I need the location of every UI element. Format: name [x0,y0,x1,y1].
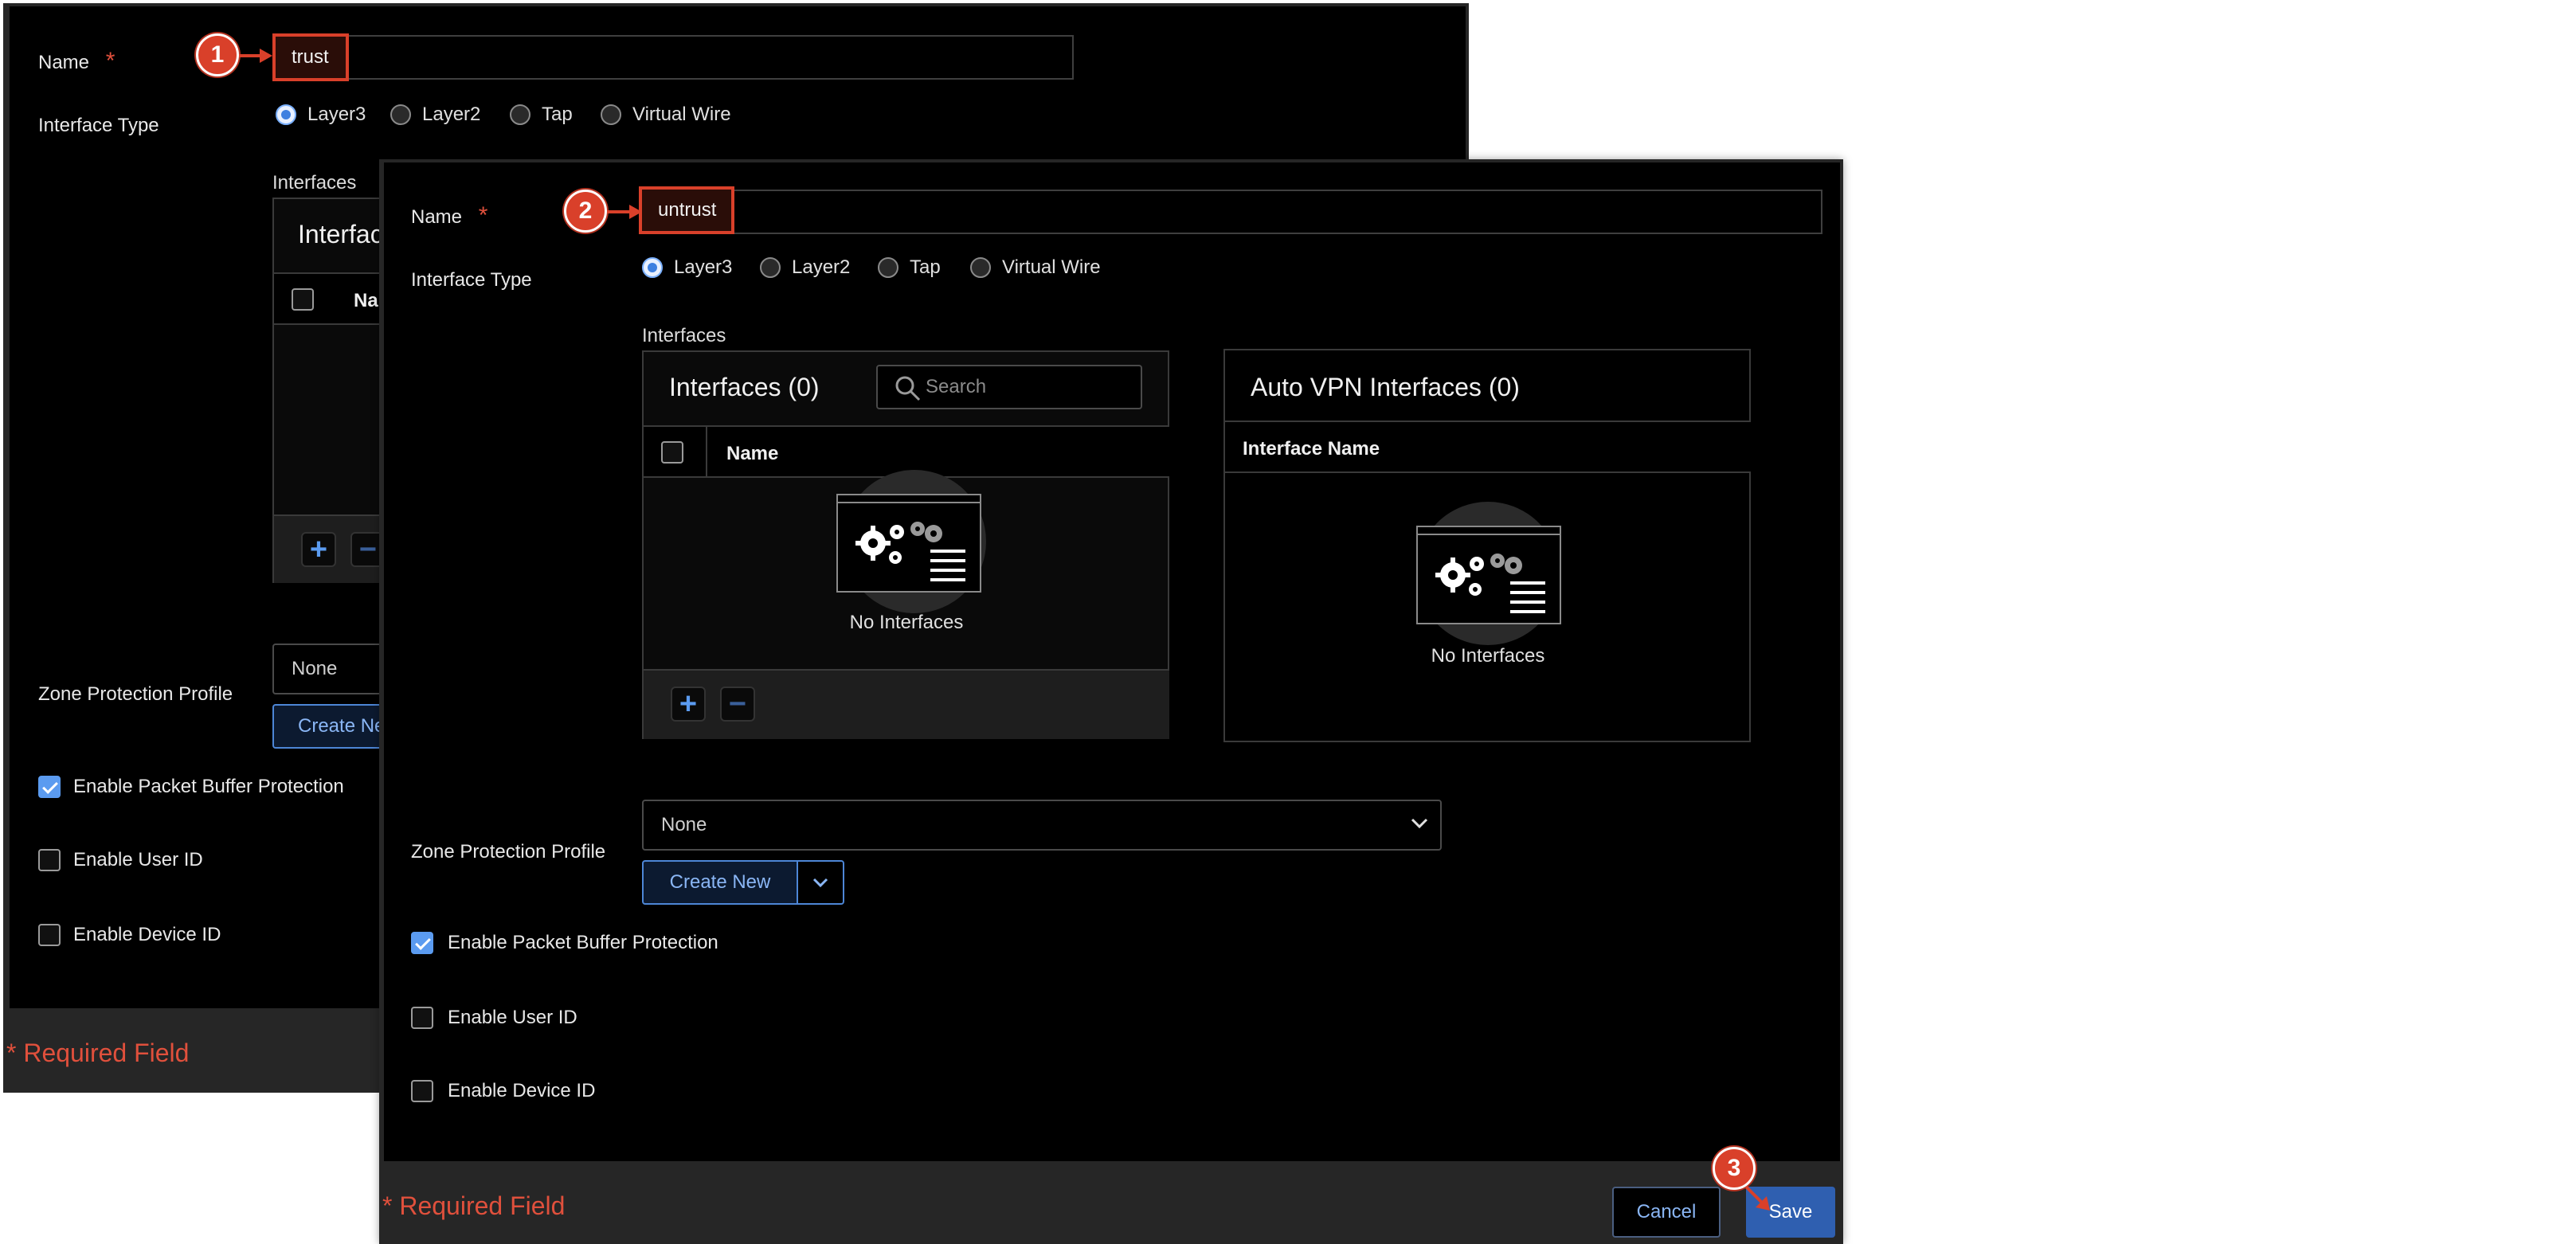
add-icon[interactable]: + [301,532,336,567]
radio-layer2[interactable]: Layer2 [760,256,850,279]
name-label: Name * [411,202,488,229]
radio-tap[interactable]: Tap [510,104,573,126]
chevron-down-icon[interactable] [1410,816,1429,831]
empty-state-illustration [836,494,981,593]
empty-state-text: No Interfaces [849,612,964,633]
select-all-checkbox[interactable] [292,288,314,311]
col-name: Name [726,443,779,464]
add-icon[interactable]: + [671,687,706,722]
interface-type-label: Interface Type [38,115,159,136]
packet-buffer-label: Enable Packet Buffer Protection [448,932,718,953]
device-id-label: Enable Device ID [448,1080,596,1101]
name-input-track[interactable] [639,190,1822,234]
radio-dot [390,104,411,125]
device-id-checkbox[interactable] [411,1080,433,1102]
front-dialog: Name * untrust Interface Type Layer3 Lay… [379,159,1843,1244]
interfaces-label: Interfaces [642,325,726,346]
user-id-checkbox[interactable] [411,1007,433,1029]
chevron-down-icon [812,878,828,888]
required-field-note: * Required Field [382,1191,566,1220]
remove-icon[interactable]: − [720,687,755,722]
required-field-note: * Required Field [6,1039,190,1067]
gears-icon [855,522,965,581]
device-id-label: Enable Device ID [73,924,221,945]
interface-type-label: Interface Type [411,269,532,291]
auto-vpn-interfaces-box: Auto VPN Interfaces (0) Interface Name N… [1223,349,1751,742]
radio-dot [510,104,530,125]
radio-dot [601,104,621,125]
name-input[interactable]: untrust [639,186,734,234]
arrow-icon [607,205,642,219]
radio-layer2[interactable]: Layer2 [390,104,480,126]
packet-buffer-checkbox[interactable] [411,932,433,954]
empty-state-illustration [1416,526,1561,624]
front-dialog-body: Name * untrust Interface Type Layer3 Lay… [384,162,1840,1161]
user-id-label: Enable User ID [448,1007,577,1028]
interfaces-title: Interfac [298,220,383,248]
create-new-button[interactable]: Create New [642,860,798,905]
radio-dot [642,257,663,278]
radio-tap[interactable]: Tap [878,256,941,279]
required-star: * [478,202,488,229]
arrow-icon [239,49,272,63]
radio-dot [760,257,781,278]
cancel-button[interactable]: Cancel [1612,1187,1721,1238]
create-new-dropdown[interactable] [797,860,844,905]
select-all-checkbox[interactable] [661,441,683,464]
interfaces-label: Interfaces [272,172,357,194]
radio-dot [970,257,991,278]
name-input-track[interactable] [336,35,1074,80]
zone-protection-select[interactable]: None [642,800,1442,851]
empty-state-text: No Interfaces [1431,645,1545,667]
radio-virtual-wire[interactable]: Virtual Wire [601,104,731,126]
col-interface-name: Interface Name [1243,438,1380,460]
name-label: Name * [38,48,115,74]
table-header: Interface Name [1225,421,1751,473]
user-id-label: Enable User ID [73,849,203,870]
table-footer: + − [644,669,1169,739]
name-input[interactable]: trust [272,33,349,81]
gears-icon [1435,554,1545,613]
radio-layer3[interactable]: Layer3 [276,104,366,126]
interfaces-box: Interfaces (0) Search Name No Interfaces… [642,350,1169,739]
arrow-icon [1744,1185,1770,1211]
radio-dot [878,257,898,278]
device-id-checkbox[interactable] [38,924,61,946]
user-id-checkbox[interactable] [38,849,61,871]
callout-2: 2 [564,190,607,233]
zone-protection-label: Zone Protection Profile [38,683,233,705]
radio-virtual-wire[interactable]: Virtual Wire [970,256,1101,279]
auto-vpn-title: Auto VPN Interfaces (0) [1251,373,1520,401]
radio-layer3[interactable]: Layer3 [642,256,732,279]
zone-protection-label: Zone Protection Profile [411,841,606,863]
radio-dot [276,104,296,125]
packet-buffer-label: Enable Packet Buffer Protection [73,776,344,797]
interfaces-title: Interfaces (0) [669,373,820,401]
required-star: * [105,48,115,74]
search-icon [895,376,921,401]
col-name: Na [354,290,378,311]
callout-1: 1 [196,33,239,76]
column-divider [706,427,707,476]
packet-buffer-checkbox[interactable] [38,776,61,798]
